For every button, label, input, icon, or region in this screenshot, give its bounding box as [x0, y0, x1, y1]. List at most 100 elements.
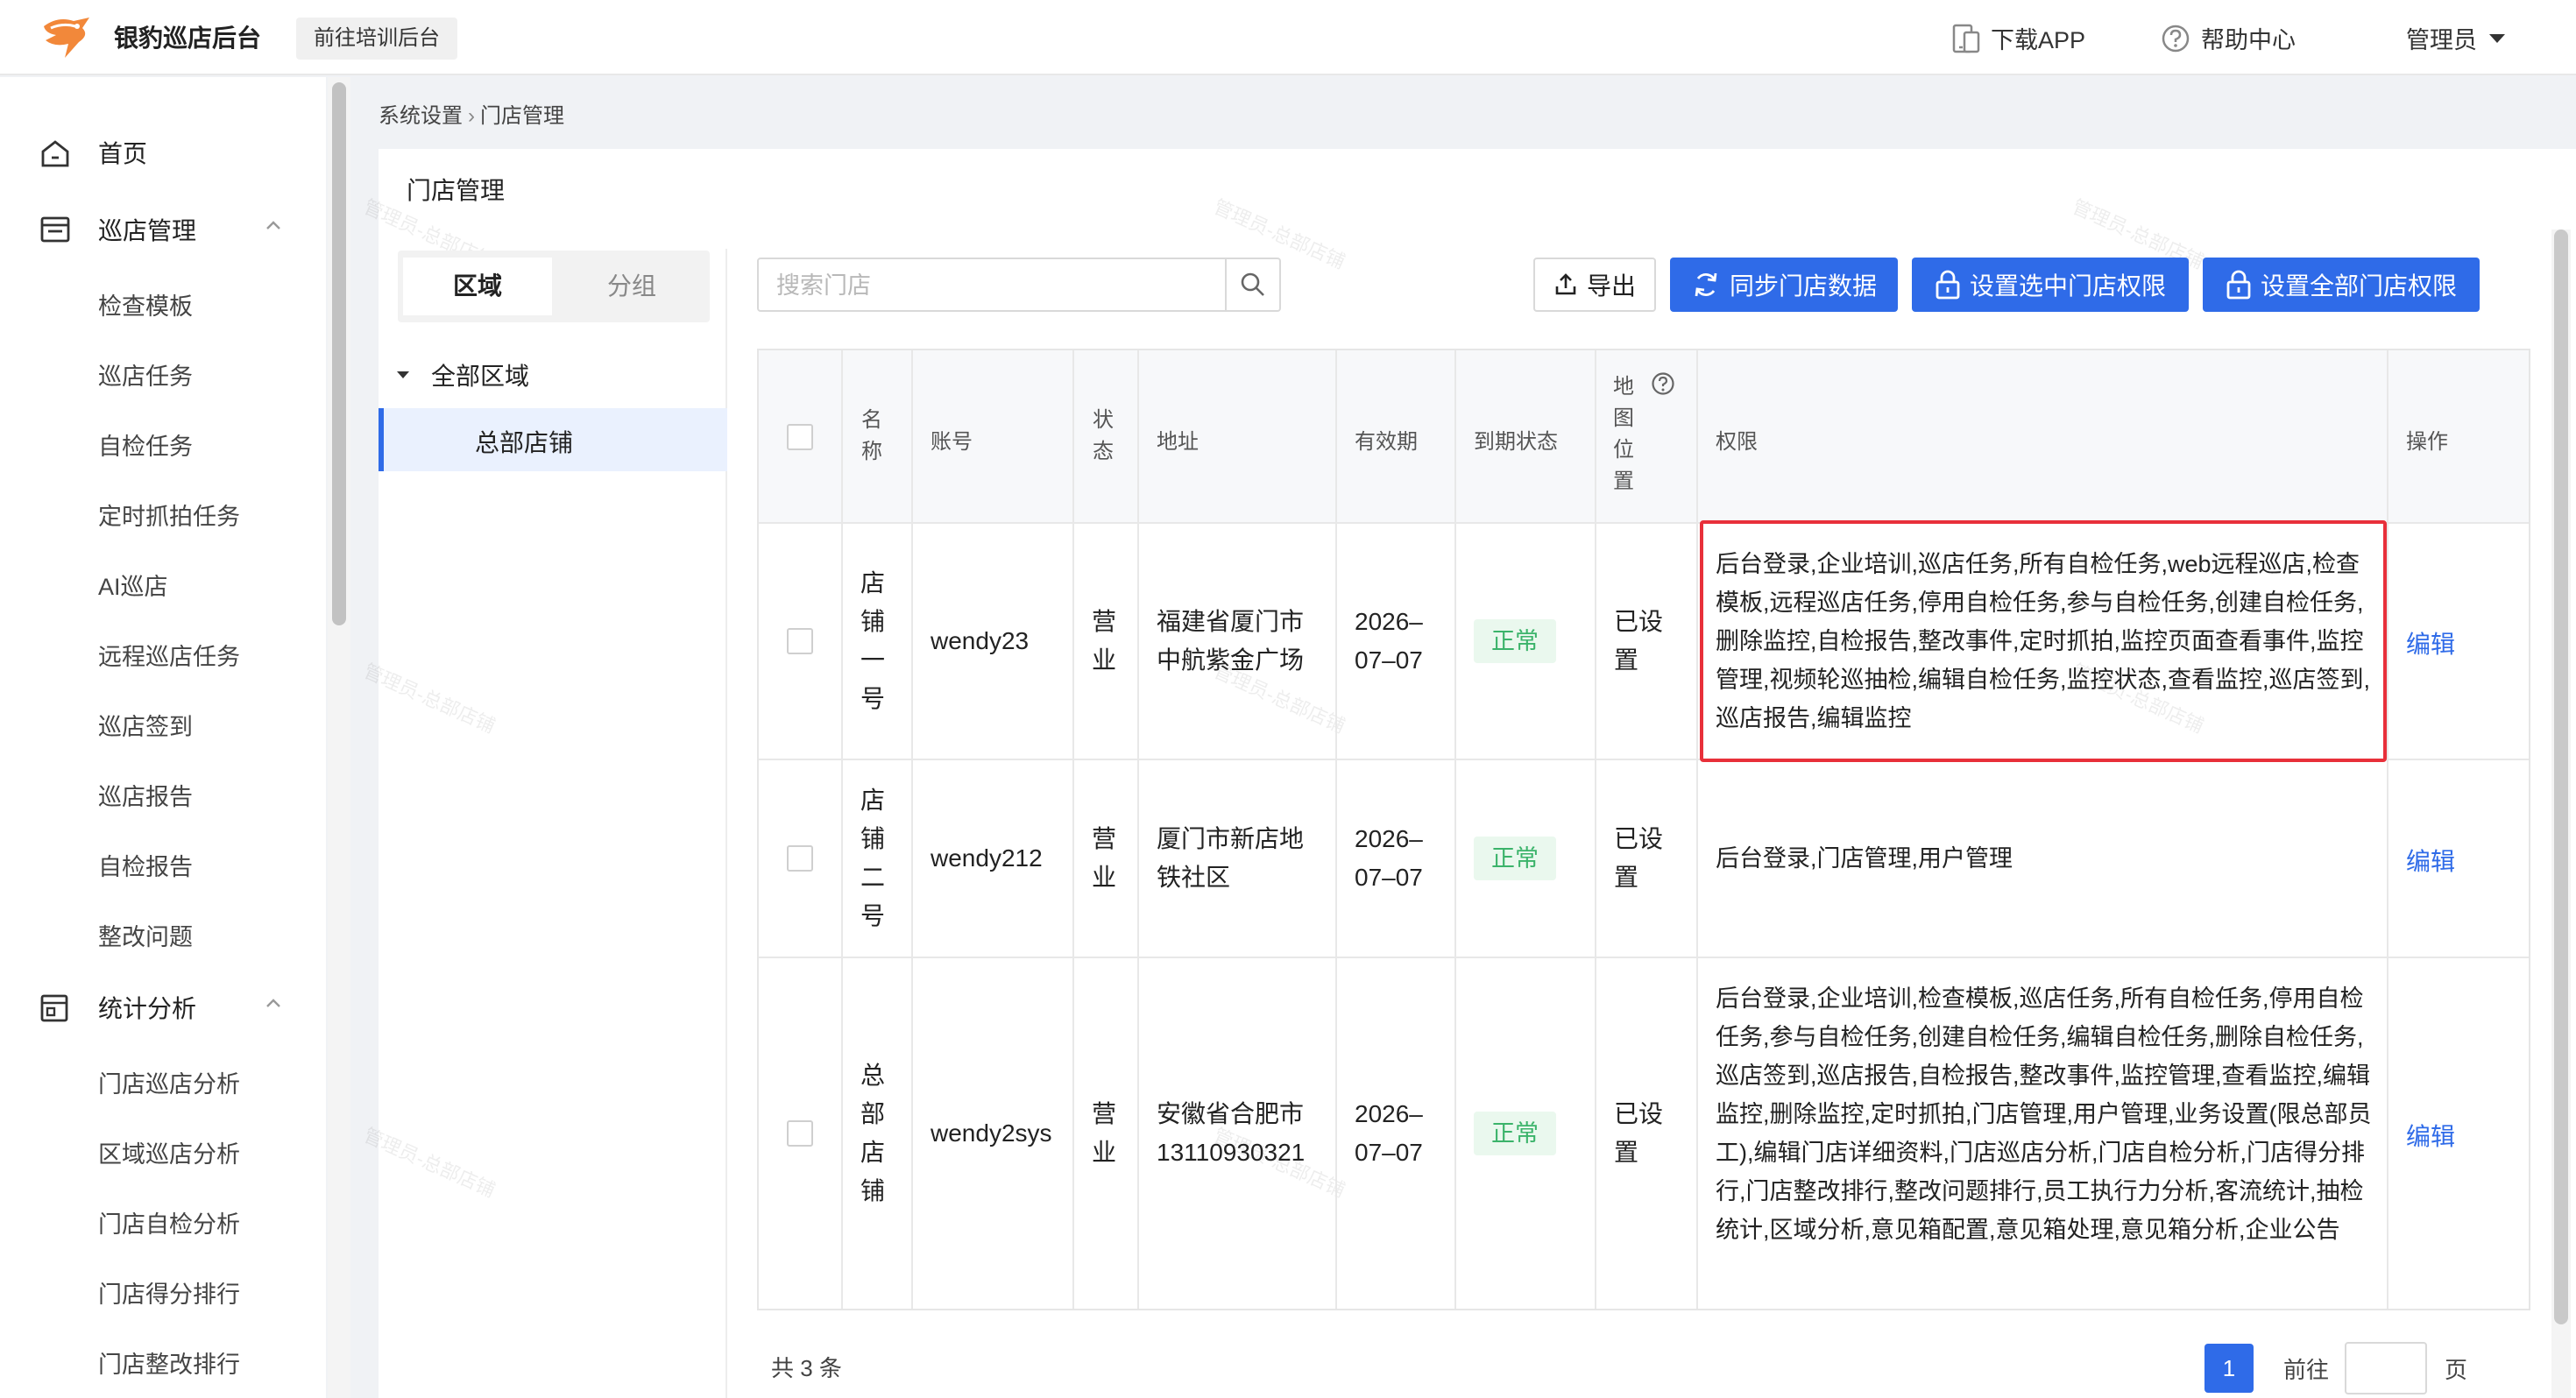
row-checkbox[interactable]	[787, 845, 813, 872]
sidebar-item-home-label: 首页	[98, 140, 148, 167]
edit-link[interactable]: 编辑	[2406, 1118, 2455, 1153]
store-search-input[interactable]	[776, 268, 1214, 303]
header-status-char: 状	[1093, 408, 1114, 432]
lock-icon	[2226, 270, 2251, 300]
lock-icon	[1936, 270, 1960, 300]
sidebar-item-ai-patrol[interactable]: AI巡店	[98, 568, 168, 602]
header-validity: 有效期	[1355, 430, 1418, 454]
tree-selection-indicator	[379, 408, 384, 471]
store-status-char: 营	[1092, 608, 1117, 635]
sidebar-item-region-patrol-analysis[interactable]: 区域巡店分析	[98, 1135, 240, 1169]
sidebar-item-self-check-task[interactable]: 自检任务	[98, 427, 193, 462]
help-icon[interactable]	[1651, 371, 1675, 396]
set-all-label: 设置全部门店权限	[2260, 272, 2457, 300]
sync-store-data-button[interactable]: 同步门店数据	[1670, 258, 1898, 312]
expiry-status-badge: 正常	[1474, 1112, 1556, 1155]
total-count: 共 3 条	[771, 1355, 842, 1381]
sidebar-item-store-patrol-analysis[interactable]: 门店巡店分析	[98, 1065, 240, 1099]
table-header	[759, 350, 2529, 522]
export-label: 导出	[1586, 272, 1636, 300]
store-address-line: 安徽省合肥市	[1157, 1100, 1305, 1127]
store-status-char: 营	[1092, 1100, 1117, 1127]
export-button[interactable]: 导出	[1533, 258, 1656, 312]
caret-down-icon	[397, 371, 409, 378]
store-name-char: 二	[860, 864, 886, 891]
goto-training-button[interactable]: 前往培训后台	[296, 18, 457, 60]
store-name-char: 号	[860, 685, 886, 712]
store-name-char: 总	[860, 1062, 886, 1089]
header-map-char: 图	[1613, 406, 1634, 430]
store-name-char: 号	[860, 902, 886, 929]
search-button[interactable]	[1225, 259, 1279, 310]
table-column-divider	[1137, 350, 1139, 1309]
set-selected-permission-button[interactable]: 设置选中门店权限	[1912, 258, 2189, 312]
goto-suffix: 页	[2445, 1357, 2468, 1383]
content-scrollbar-thumb[interactable]	[2554, 229, 2568, 1324]
select-all-checkbox[interactable]	[787, 424, 813, 450]
store-account: wendy23	[931, 627, 1030, 654]
store-validity-line: 2026–	[1355, 825, 1423, 852]
store-status-char: 业	[1092, 1139, 1117, 1166]
breadcrumb-current: 门店管理	[480, 104, 564, 128]
top-bar: 银豹巡店后台 前往培训后台 下载APP 帮助中心 管理员	[0, 0, 2576, 75]
sidebar-scrollbar-thumb[interactable]	[332, 82, 346, 625]
store-name-char: 一	[860, 646, 886, 674]
tree-node-hq-store-label[interactable]: 总部店铺	[475, 424, 573, 459]
header-actions: 操作	[2406, 430, 2448, 454]
breadcrumb-separator: ›	[468, 104, 475, 128]
sidebar-item-patrol-report[interactable]: 巡店报告	[98, 778, 193, 812]
sidebar-item-patrol-checkin[interactable]: 巡店签到	[98, 708, 193, 742]
chevron-up-icon	[266, 999, 280, 1007]
store-name-char: 店	[860, 569, 886, 597]
store-validity-line: 07–07	[1355, 864, 1423, 891]
store-permissions: 后台登录,企业培训,检查模板,巡店任务,所有自检任务,停用自检任务,参与自检任务…	[1716, 985, 2372, 1243]
pagination-page-1[interactable]: 1	[2204, 1344, 2254, 1393]
tree-node-all-regions[interactable]: 全部区域	[396, 357, 529, 392]
header-account: 账号	[931, 430, 973, 454]
chevron-up-icon	[266, 221, 280, 229]
sidebar-item-remote-patrol[interactable]: 远程巡店任务	[98, 638, 240, 672]
sidebar-item-rectification[interactable]: 整改问题	[98, 918, 193, 952]
sidebar-item-inspection-template[interactable]: 检查模板	[98, 287, 193, 321]
sidebar-item-store-self-check-analysis[interactable]: 门店自检分析	[98, 1205, 240, 1239]
sidebar-scrollbar[interactable]	[328, 77, 350, 1398]
store-validity-line: 2026–	[1355, 1100, 1423, 1127]
sidebar-item-store-rectify-ranking[interactable]: 门店整改排行	[98, 1345, 240, 1380]
table-column-divider	[2387, 350, 2388, 1309]
sidebar-group-stats-label: 统计分析	[98, 995, 197, 1022]
header-name-char: 名	[861, 408, 882, 432]
user-name: 管理员	[2406, 27, 2477, 53]
store-name-char: 店	[860, 787, 886, 814]
sidebar-item-scheduled-capture[interactable]: 定时抓拍任务	[98, 498, 240, 532]
table-column-divider	[911, 350, 913, 1309]
app-title: 银豹巡店后台	[114, 25, 262, 52]
user-menu[interactable]: 管理员	[2406, 21, 2507, 55]
breadcrumb-parent[interactable]: 系统设置	[379, 104, 463, 128]
sidebar-item-store-score-ranking[interactable]: 门店得分排行	[98, 1275, 240, 1310]
sidebar-item-self-check-report[interactable]: 自检报告	[98, 848, 193, 882]
header-name-char: 称	[861, 440, 882, 463]
sidebar-item-home[interactable]: 首页	[0, 126, 326, 179]
export-icon	[1555, 273, 1576, 295]
edit-link[interactable]: 编辑	[2406, 625, 2455, 660]
sidebar-group-stats[interactable]: 统计分析	[0, 981, 326, 1034]
header-map-char: 位	[1613, 438, 1634, 462]
help-center-link[interactable]: 帮助中心	[2161, 21, 2296, 55]
map-position-line: 已设	[1614, 825, 1664, 852]
content-scrollbar[interactable]	[2551, 229, 2571, 1398]
header-address: 地址	[1157, 430, 1199, 454]
tab-region[interactable]: 区域	[403, 258, 552, 315]
sidebar-group-patrol[interactable]: 巡店管理	[0, 203, 326, 256]
caret-down-icon	[2489, 33, 2505, 43]
set-all-permission-button[interactable]: 设置全部门店权限	[2203, 258, 2480, 312]
tab-group[interactable]: 分组	[557, 258, 706, 315]
goto-page-input[interactable]	[2345, 1342, 2427, 1394]
edit-link[interactable]: 编辑	[2406, 843, 2455, 878]
store-status-char: 业	[1092, 646, 1117, 674]
row-checkbox[interactable]	[787, 628, 813, 654]
sync-icon	[1695, 272, 1717, 297]
download-app-link[interactable]: 下载APP	[1952, 21, 2085, 55]
row-checkbox[interactable]	[787, 1120, 813, 1147]
breadcrumb: 系统设置 › 门店管理	[379, 98, 564, 129]
sidebar-item-patrol-task[interactable]: 巡店任务	[98, 357, 193, 392]
